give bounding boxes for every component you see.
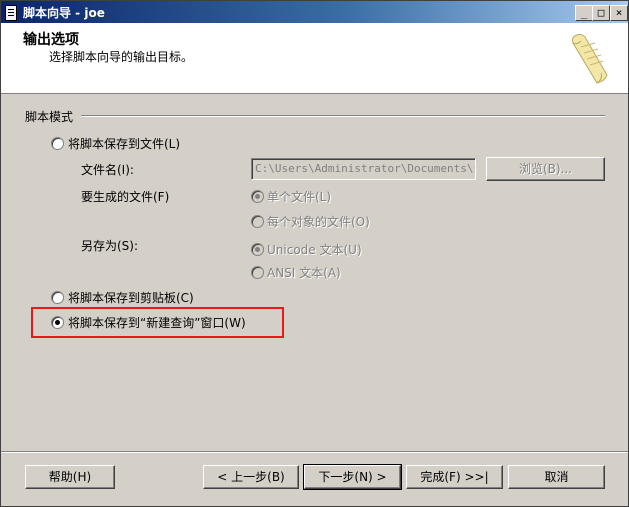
back-button[interactable]: < 上一步(B) [203,465,299,489]
wizard-window: 脚本向导 - joe _ □ × 输出选项 选择脚本向导的输出目标。 脚本模式 … [0,0,629,507]
page-title: 输出选项 [23,32,79,48]
save-to-clipboard-radio[interactable] [51,291,64,304]
help-button[interactable]: 帮助(H) [25,465,115,489]
finish-button[interactable]: 完成(F) >>| [406,465,503,489]
script-mode-group-label: 脚本模式 [25,110,74,124]
single-file-label[interactable]: 单个文件(L) [267,188,331,205]
annotation-highlight-box [31,307,284,338]
wizard-header: 输出选项 选择脚本向导的输出目标。 [1,23,628,94]
minimize-button[interactable]: _ [575,5,593,21]
window-title: 脚本向导 - joe [23,6,105,20]
ansi-text-radio[interactable] [251,266,264,279]
save-to-file-label[interactable]: 将脚本保存到文件(L) [68,135,180,152]
cancel-button[interactable]: 取消 [508,465,605,489]
next-button[interactable]: 下一步(N) > [303,464,402,490]
save-to-file-radio[interactable] [51,137,64,150]
unicode-text-radio[interactable] [251,243,264,256]
browse-button[interactable]: 浏览(B)... [486,157,605,181]
file-per-object-radio[interactable] [251,215,264,228]
save-to-clipboard-label[interactable]: 将脚本保存到剪贴板(C) [68,289,194,306]
document-icon [5,5,17,21]
scroll-icon [572,33,608,84]
ansi-text-label[interactable]: ANSI 文本(A) [267,264,341,281]
close-button[interactable]: × [610,5,628,21]
file-name-label: 文件名(I): [81,163,134,177]
maximize-button[interactable]: □ [592,5,610,21]
single-file-radio[interactable] [251,190,264,203]
unicode-text-label[interactable]: Unicode 文本(U) [267,241,362,258]
file-per-object-label[interactable]: 每个对象的文件(O) [267,213,370,230]
save-as-label: 另存为(S): [81,239,139,253]
files-to-generate-label: 要生成的文件(F) [81,190,170,204]
footer-divider [1,451,628,453]
group-divider [81,115,605,117]
page-subtitle: 选择脚本向导的输出目标。 [49,50,194,64]
file-name-value: C:\Users\Administrator\Documents\scri [255,162,476,175]
file-name-field[interactable]: C:\Users\Administrator\Documents\scri [251,158,476,180]
title-bar[interactable]: 脚本向导 - joe _ □ × [1,1,628,23]
